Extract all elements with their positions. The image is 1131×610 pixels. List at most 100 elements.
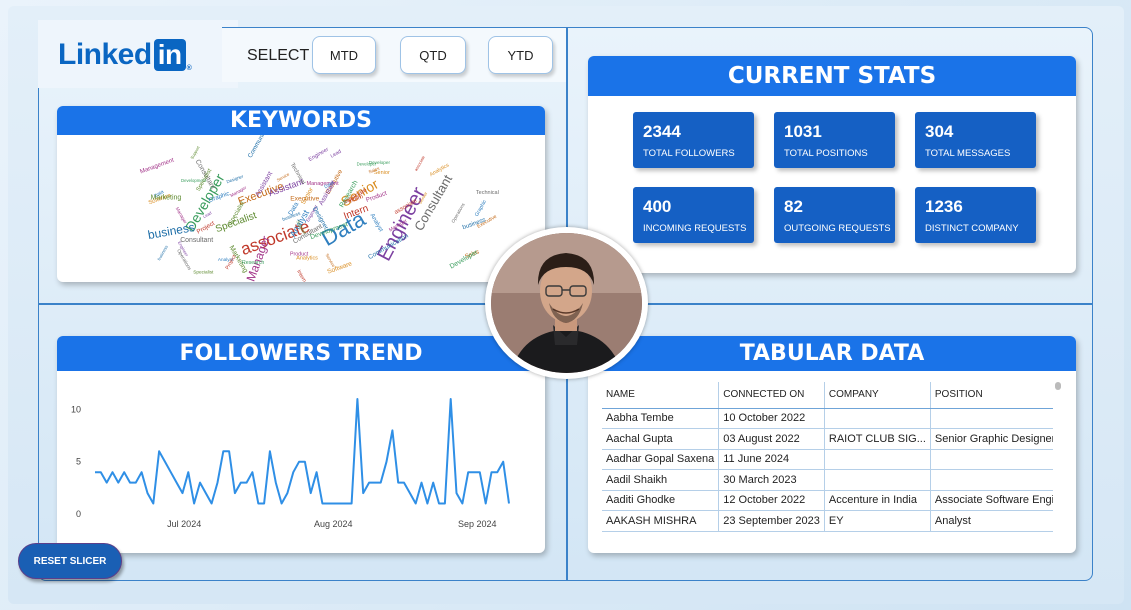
table-cell: Aadil Shaikh xyxy=(602,469,720,491)
stat-total-followers: 2344 TOTAL FOLLOWERS xyxy=(633,112,754,168)
profile-photo xyxy=(491,233,642,373)
qtd-button[interactable]: QTD xyxy=(400,36,466,74)
y-tick-label: 10 xyxy=(71,405,81,415)
table-cell xyxy=(930,469,1053,491)
column-header-connected-on[interactable]: CONNECTED ON xyxy=(718,382,825,409)
stat-label: DISTINCT COMPANY xyxy=(925,223,1019,234)
reset-slicer-button[interactable]: RESET SLICER xyxy=(18,543,122,579)
stat-total-messages: 304 TOTAL MESSAGES xyxy=(915,112,1036,168)
table-cell: AAKASH MISHRA xyxy=(602,510,720,532)
stat-label: TOTAL MESSAGES xyxy=(925,148,1011,159)
select-label: SELECT xyxy=(247,47,310,64)
stat-value: 82 xyxy=(784,197,803,216)
table-cell: 30 March 2023 xyxy=(718,469,825,491)
table-cell: 23 September 2023 xyxy=(718,510,825,532)
table-cell xyxy=(824,469,931,491)
table-cell: Aabha Tembe xyxy=(602,408,720,429)
keyword-word: Communication xyxy=(247,135,275,159)
stat-value: 400 xyxy=(643,197,672,216)
keyword-word: Developer xyxy=(449,249,480,271)
table-cell: Aachal Gupta xyxy=(602,428,720,450)
keyword-word: Graphic xyxy=(474,199,488,218)
table-cell: 11 June 2024 xyxy=(718,449,825,470)
tabular-data-title: TABULAR DATA xyxy=(588,336,1076,371)
linkedin-logo: Linked in ® xyxy=(58,38,192,72)
column-header-company[interactable]: COMPANY xyxy=(824,382,931,409)
stat-value: 1031 xyxy=(784,122,822,141)
table-cell xyxy=(930,408,1053,429)
keywords-card: KEYWORDS Engineer Data associate Developer S… xyxy=(57,106,545,282)
y-tick-label: 0 xyxy=(76,509,81,519)
stat-value: 1236 xyxy=(925,197,963,216)
ytd-button[interactable]: YTD xyxy=(488,36,553,74)
stat-value: 304 xyxy=(925,122,954,141)
keyword-word: associate xyxy=(413,154,426,172)
table-cell: 12 October 2022 xyxy=(718,490,825,511)
x-tick-label: Jul 2024 xyxy=(167,519,201,529)
stat-label: OUTGOING REQUESTS xyxy=(784,223,891,234)
x-tick-label: Aug 2024 xyxy=(314,519,353,529)
keyword-word: Analytics xyxy=(296,256,318,262)
table-cell xyxy=(824,449,931,470)
keyword-word: Engineer xyxy=(308,147,330,163)
x-tick-label: Sep 2024 xyxy=(458,519,497,529)
data-table-container[interactable]: NAME CONNECTED ON COMPANY POSITION Aabha… xyxy=(602,382,1053,532)
keyword-word: Executive xyxy=(290,195,319,202)
followers-trend-title: FOLLOWERS TREND xyxy=(57,336,545,371)
keyword-word: Designer xyxy=(226,173,245,184)
keyword-word: Marketing xyxy=(151,194,182,201)
keyword-word: Developer xyxy=(357,161,377,166)
keyword-word: Management xyxy=(139,157,175,176)
table-cell xyxy=(824,408,931,429)
mtd-button[interactable]: MTD xyxy=(312,36,376,74)
stat-value: 2344 xyxy=(643,122,681,141)
table-cell: Senior Graphic Designer xyxy=(930,428,1053,450)
table-row[interactable]: Aachal Gupta 03 August 2022 RAIOT CLUB SIG… xyxy=(602,428,1053,450)
keyword-word: Research xyxy=(242,260,264,266)
keyword-word: Specialist xyxy=(193,269,214,274)
data-table: NAME CONNECTED ON COMPANY POSITION Aabha… xyxy=(602,382,1053,532)
keyword-word: Intern xyxy=(295,269,307,282)
table-row[interactable]: Aabha Tembe 10 October 2022 xyxy=(602,408,1053,429)
stat-incoming-requests: 400 INCOMING REQUESTS xyxy=(633,187,754,243)
current-stats-title: CURRENT STATS xyxy=(588,56,1076,96)
keyword-cloud: EngineerDataassociateDeveloper Senior Cons… xyxy=(139,135,499,282)
table-cell: Associate Software Engi... xyxy=(930,490,1053,511)
keyword-word: Operations xyxy=(450,201,466,223)
stat-label: TOTAL FOLLOWERS xyxy=(643,148,735,159)
keyword-word: Lead xyxy=(330,149,343,160)
keyword-word: Consultant xyxy=(180,237,213,244)
keyword-word: Technical xyxy=(476,190,499,196)
table-row[interactable]: Aadhar Gopal Saxena 11 June 2024 xyxy=(602,449,1053,470)
table-cell: 10 October 2022 xyxy=(718,408,825,429)
stat-distinct-company: 1236 DISTINCT COMPANY xyxy=(915,187,1036,243)
stat-outgoing-requests: 82 OUTGOING REQUESTS xyxy=(774,187,895,243)
keyword-word: Analyst xyxy=(369,213,384,233)
column-header-name[interactable]: NAME xyxy=(602,382,720,409)
y-tick-label: 5 xyxy=(76,457,81,467)
table-cell: Aaditi Ghodke xyxy=(602,490,720,511)
table-row[interactable]: Aaditi Ghodke 12 October 2022 Accenture in… xyxy=(602,490,1053,511)
column-header-position[interactable]: POSITION xyxy=(930,382,1053,409)
table-cell: EY xyxy=(824,510,931,532)
followers-trend-card: FOLLOWERS TREND 0 5 10 Jul 2024 Aug 2024 Sep … xyxy=(57,336,545,553)
table-row[interactable]: Aadil Shaikh 30 March 2023 xyxy=(602,469,1053,491)
table-header-row: NAME CONNECTED ON COMPANY POSITION xyxy=(602,382,1053,409)
table-cell xyxy=(930,449,1053,470)
stat-total-positions: 1031 TOTAL POSITIONS xyxy=(774,112,895,168)
stat-label: TOTAL POSITIONS xyxy=(784,148,868,159)
table-cell: Analyst xyxy=(930,510,1053,532)
table-row[interactable]: AAKASH MISHRA 23 September 2023 EY Analyst xyxy=(602,510,1053,532)
table-scrollbar[interactable] xyxy=(1055,382,1061,390)
followers-series-line[interactable] xyxy=(95,398,510,505)
keyword-word: business xyxy=(156,244,169,261)
tabular-data-card: TABULAR DATA NAME CONNECTED ON COMPANY P… xyxy=(588,336,1076,553)
profile-photo-frame xyxy=(485,227,648,379)
logo-in-box: in xyxy=(153,39,186,71)
table-cell: RAIOT CLUB SIG... xyxy=(824,428,931,450)
registered-icon: ® xyxy=(186,65,192,72)
followers-trend-chart: 0 5 10 Jul 2024 Aug 2024 Sep 2024 xyxy=(71,398,510,529)
table-cell: Aadhar Gopal Saxena xyxy=(602,449,720,470)
logo-text: Linked xyxy=(58,38,152,71)
table-cell: Accenture in India xyxy=(824,490,931,511)
